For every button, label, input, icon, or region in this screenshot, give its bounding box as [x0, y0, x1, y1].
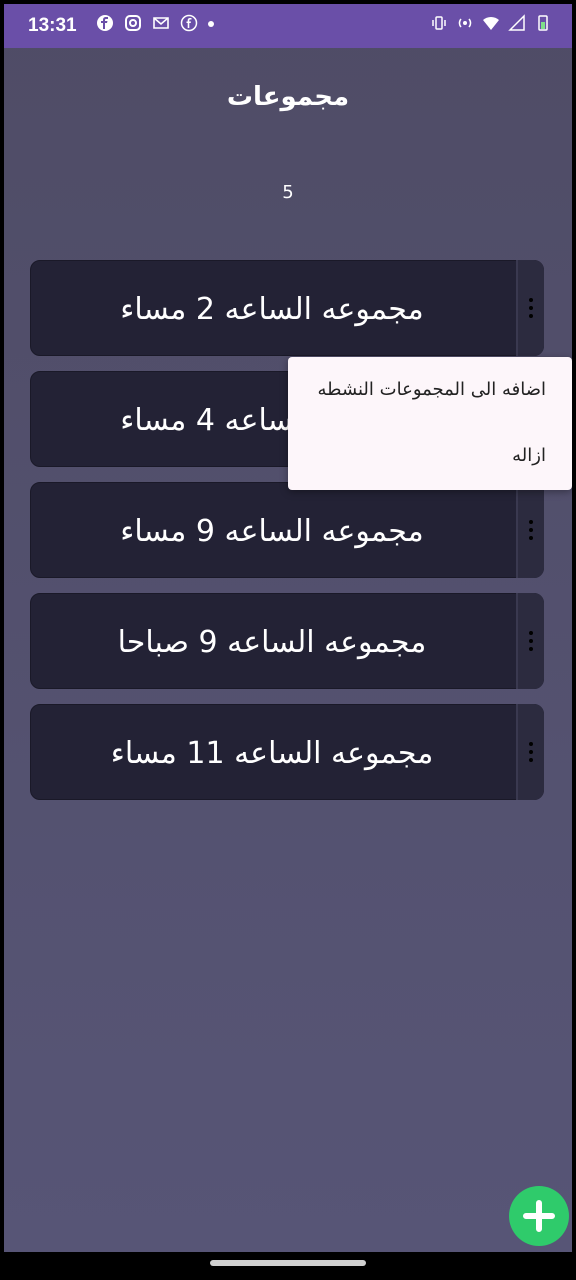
- instagram-icon: [125, 15, 141, 31]
- more-notifications-icon: [208, 21, 214, 27]
- group-count: 5: [282, 182, 294, 203]
- group-label: مجموعه الساعه 9 صباحا: [117, 624, 427, 660]
- facebook-icon: [97, 15, 113, 31]
- app-screen: 13:31 مجموعات 5 مجموعه الساعه 2 مساء مجم…: [4, 4, 572, 1252]
- notification-icons: [96, 14, 214, 32]
- group-card[interactable]: مجموعه الساعه 11 مساء: [30, 704, 544, 800]
- battery-icon: [538, 15, 548, 31]
- more-options-button[interactable]: [516, 260, 544, 356]
- vertical-dots-icon: [529, 298, 533, 318]
- more-options-button[interactable]: [516, 704, 544, 800]
- vibrate-icon: [432, 16, 446, 30]
- system-icons: [430, 14, 552, 32]
- page-title: مجموعات: [226, 82, 350, 112]
- vertical-dots-icon: [529, 520, 533, 540]
- navigation-bar: [0, 1252, 576, 1280]
- vertical-dots-icon: [529, 742, 533, 762]
- signal-icon: [508, 14, 525, 31]
- menu-item-remove[interactable]: ازاله: [512, 445, 546, 466]
- group-card[interactable]: مجموعه الساعه 2 مساء: [30, 260, 544, 356]
- popup-menu: اضافه الى المجموعات النشطه ازاله: [288, 357, 572, 490]
- group-label: مجموعه الساعه 9 مساء: [120, 513, 424, 549]
- group-label: مجموعه الساعه 2 مساء: [120, 291, 424, 327]
- status-time: 13:31: [28, 15, 77, 36]
- add-group-button[interactable]: [509, 1186, 569, 1246]
- status-bar: 13:31: [4, 4, 572, 48]
- wifi-icon: [483, 16, 499, 30]
- hotspot-icon: [458, 18, 472, 28]
- more-options-button[interactable]: [516, 482, 544, 578]
- gmail-icon: [153, 17, 169, 29]
- group-label: مجموعه الساعه 11 مساء: [110, 735, 434, 771]
- more-options-button[interactable]: [516, 593, 544, 689]
- plus-icon: [523, 1200, 555, 1232]
- menu-item-add-to-active[interactable]: اضافه الى المجموعات النشطه: [318, 379, 546, 400]
- group-card[interactable]: مجموعه الساعه 9 مساء: [30, 482, 544, 578]
- group-card[interactable]: مجموعه الساعه 9 صباحا: [30, 593, 544, 689]
- home-gesture-handle[interactable]: [210, 1260, 366, 1266]
- vertical-dots-icon: [529, 631, 533, 651]
- facebook-icon: [180, 14, 198, 32]
